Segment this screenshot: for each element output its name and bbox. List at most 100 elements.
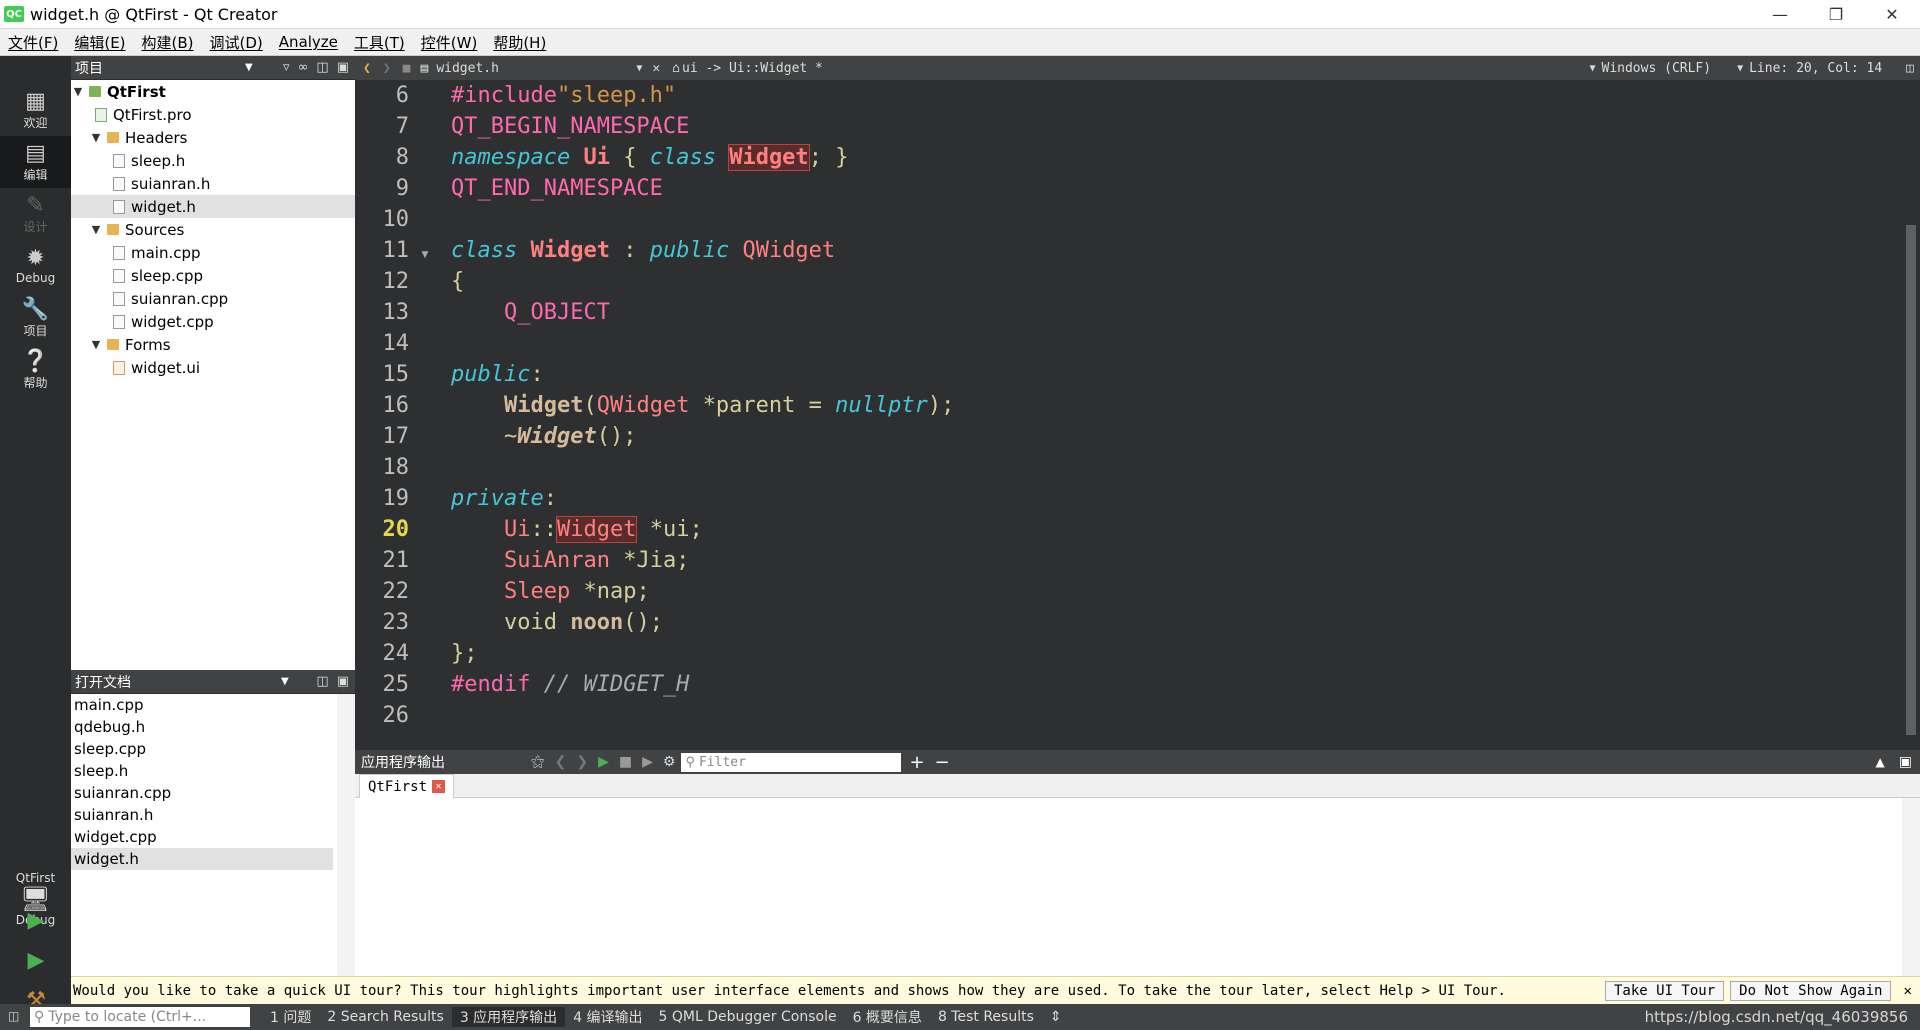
output-tab-label: QtFirst [368,778,428,795]
chevron-down-icon[interactable]: ▼ [71,85,85,98]
close-window-button[interactable]: ✕ [1864,0,1920,29]
mode-edit[interactable]: ▤ 编辑 [0,136,71,188]
tree-item[interactable]: sleep.h [71,149,355,172]
open-doc-item[interactable]: suianran.h [71,804,333,826]
tree-item[interactable]: suianran.h [71,172,355,195]
pane-application-output[interactable]: 3 应用程序输出 [451,1007,566,1027]
more-panes-icon[interactable]: ⇕ [1042,1009,1070,1025]
mode-design[interactable]: ✎ 设计 [0,188,71,240]
open-doc-item[interactable]: sleep.h [71,760,333,782]
toggle-sidebar-icon[interactable]: ◫ [8,1009,19,1023]
menu-build[interactable]: 构建(B) [134,32,202,53]
tree-root[interactable]: ▼ QtFirst [71,80,355,103]
pane-search-results[interactable]: 2 Search Results [319,1009,451,1025]
application-output-area[interactable] [355,798,1920,976]
maximize-pane-icon[interactable]: ▲ [1876,755,1885,769]
line-ending-selector[interactable]: Windows (CRLF) [1602,61,1712,76]
back-icon[interactable]: ❮ [363,61,371,76]
split-icon[interactable]: ◫ [316,674,328,689]
menu-debug[interactable]: 调试(D) [202,32,271,53]
editor-scrollbar[interactable] [1902,80,1920,750]
editor-scroll-thumb[interactable] [1906,225,1916,735]
open-doc-item[interactable]: sleep.cpp [71,738,333,760]
tree-item[interactable]: widget.ui [71,356,355,379]
take-ui-tour-button[interactable]: Take UI Tour [1605,980,1725,1001]
link-icon[interactable]: ∞ [298,60,309,75]
chevron-down-icon[interactable]: ▼ [89,131,103,144]
close-pane-icon[interactable]: ▣ [1899,754,1912,770]
prev-icon[interactable]: ❮ [555,754,567,770]
rerun-icon[interactable]: ▶ [598,754,609,770]
menu-widgets[interactable]: 控件(W) [413,32,486,53]
fold-marker-icon[interactable]: ▼ [417,250,433,260]
close-document-icon[interactable]: ✕ [652,61,660,76]
output-scrollbar[interactable] [1902,798,1920,976]
pane-issues[interactable]: 1 问题 [262,1007,319,1027]
tree-item[interactable]: widget.cpp [71,310,355,333]
output-filter-input[interactable]: ⚲ Filter [681,752,902,772]
tree-folder-sources[interactable]: ▼ Sources [71,218,355,241]
open-doc-item-selected[interactable]: widget.h [71,848,333,870]
open-doc-item[interactable]: qdebug.h [71,716,333,738]
pane-qml-debugger-console[interactable]: 5 QML Debugger Console [651,1009,845,1025]
open-documents-panel: 打开文档 ▼ ◫ ▣ main.cpp qdebug.h sleep.cpp s… [71,670,355,1008]
split-icon[interactable]: ◫ [316,60,328,75]
open-docs-scrollbar[interactable] [337,694,355,1008]
split-editor-icon[interactable]: ◫ [1906,61,1914,76]
filter-icon[interactable]: ▿ [283,60,290,75]
mode-help[interactable]: ❔ 帮助 [0,344,71,396]
open-doc-item[interactable]: suianran.cpp [71,782,333,804]
debug-run-button[interactable]: ▶ [22,946,50,974]
tree-folder-headers[interactable]: ▼ Headers [71,126,355,149]
next-icon[interactable]: ❯ [576,754,588,770]
minimize-button[interactable]: — [1752,0,1808,29]
pane-general-messages[interactable]: 6 概要信息 [845,1007,930,1027]
chevron-down-icon[interactable]: ▼ [89,223,103,236]
menu-help[interactable]: 帮助(H) [485,32,554,53]
zoom-in-icon[interactable]: + [909,752,924,773]
tree-item-selected[interactable]: widget.h [71,195,355,218]
attach-icon[interactable]: ⚝ [531,754,545,770]
mode-debug[interactable]: ✹ Debug [0,240,71,292]
run-button[interactable]: ▶ [22,906,50,934]
pane-compile-output[interactable]: 4 编译输出 [565,1007,650,1027]
close-infobar-icon[interactable]: ✕ [1903,983,1911,999]
close-tab-icon[interactable]: ✕ [432,780,446,793]
chevron-down-icon[interactable]: ▼ [1737,63,1743,74]
pane-test-results[interactable]: 8 Test Results [930,1009,1042,1025]
chevron-down-icon[interactable]: ▼ [281,676,289,687]
chevron-down-icon[interactable]: ▼ [1589,63,1595,74]
output-tab[interactable]: QtFirst ✕ [359,774,455,798]
open-doc-item[interactable]: main.cpp [71,694,333,716]
stop-icon[interactable]: ■ [619,754,632,770]
mode-projects[interactable]: 🔧 项目 [0,292,71,344]
tree-item[interactable]: QtFirst.pro [71,103,355,126]
menu-tools[interactable]: 工具(T) [346,32,413,53]
tree-item[interactable]: sleep.cpp [71,264,355,287]
cursor-position[interactable]: Line: 20, Col: 14 [1749,61,1882,76]
mode-welcome[interactable]: ▦ 欢迎 [0,84,71,136]
chevron-down-icon[interactable]: ▼ [636,63,642,74]
open-doc-item[interactable]: widget.cpp [71,826,333,848]
menu-file[interactable]: 文件(F) [0,32,66,53]
locator-input[interactable]: ⚲ Type to locate (Ctrl+... [30,1007,250,1027]
chevron-down-icon[interactable]: ▼ [89,338,103,351]
zoom-out-icon[interactable]: − [935,752,950,773]
tree-item[interactable]: suianran.cpp [71,287,355,310]
tree-item[interactable]: main.cpp [71,241,355,264]
settings-icon[interactable]: ⚙ [663,754,676,770]
menu-analyze[interactable]: Analyze [271,33,346,51]
filter-placeholder: Filter [698,754,746,770]
restore-button[interactable]: ❐ [1808,0,1864,29]
close-panel-icon[interactable]: ▣ [337,674,349,689]
forward-icon[interactable]: ❯ [383,61,391,76]
tree-folder-forms[interactable]: ▼ Forms [71,333,355,356]
close-panel-icon[interactable]: ▣ [337,60,349,75]
debug-icon[interactable]: ▶ [642,754,653,770]
document-selector[interactable]: widget.h [436,61,636,76]
code-editor[interactable]: 6 7 8 9 10 11 12 13 14 15 16 17 18 19 20… [355,80,1920,750]
menu-edit[interactable]: 编辑(E) [66,32,133,53]
do-not-show-again-button[interactable]: Do Not Show Again [1730,980,1892,1001]
chevron-down-icon[interactable]: ▼ [245,62,253,73]
symbol-selector[interactable]: ui -> Ui::Widget * [682,61,823,76]
